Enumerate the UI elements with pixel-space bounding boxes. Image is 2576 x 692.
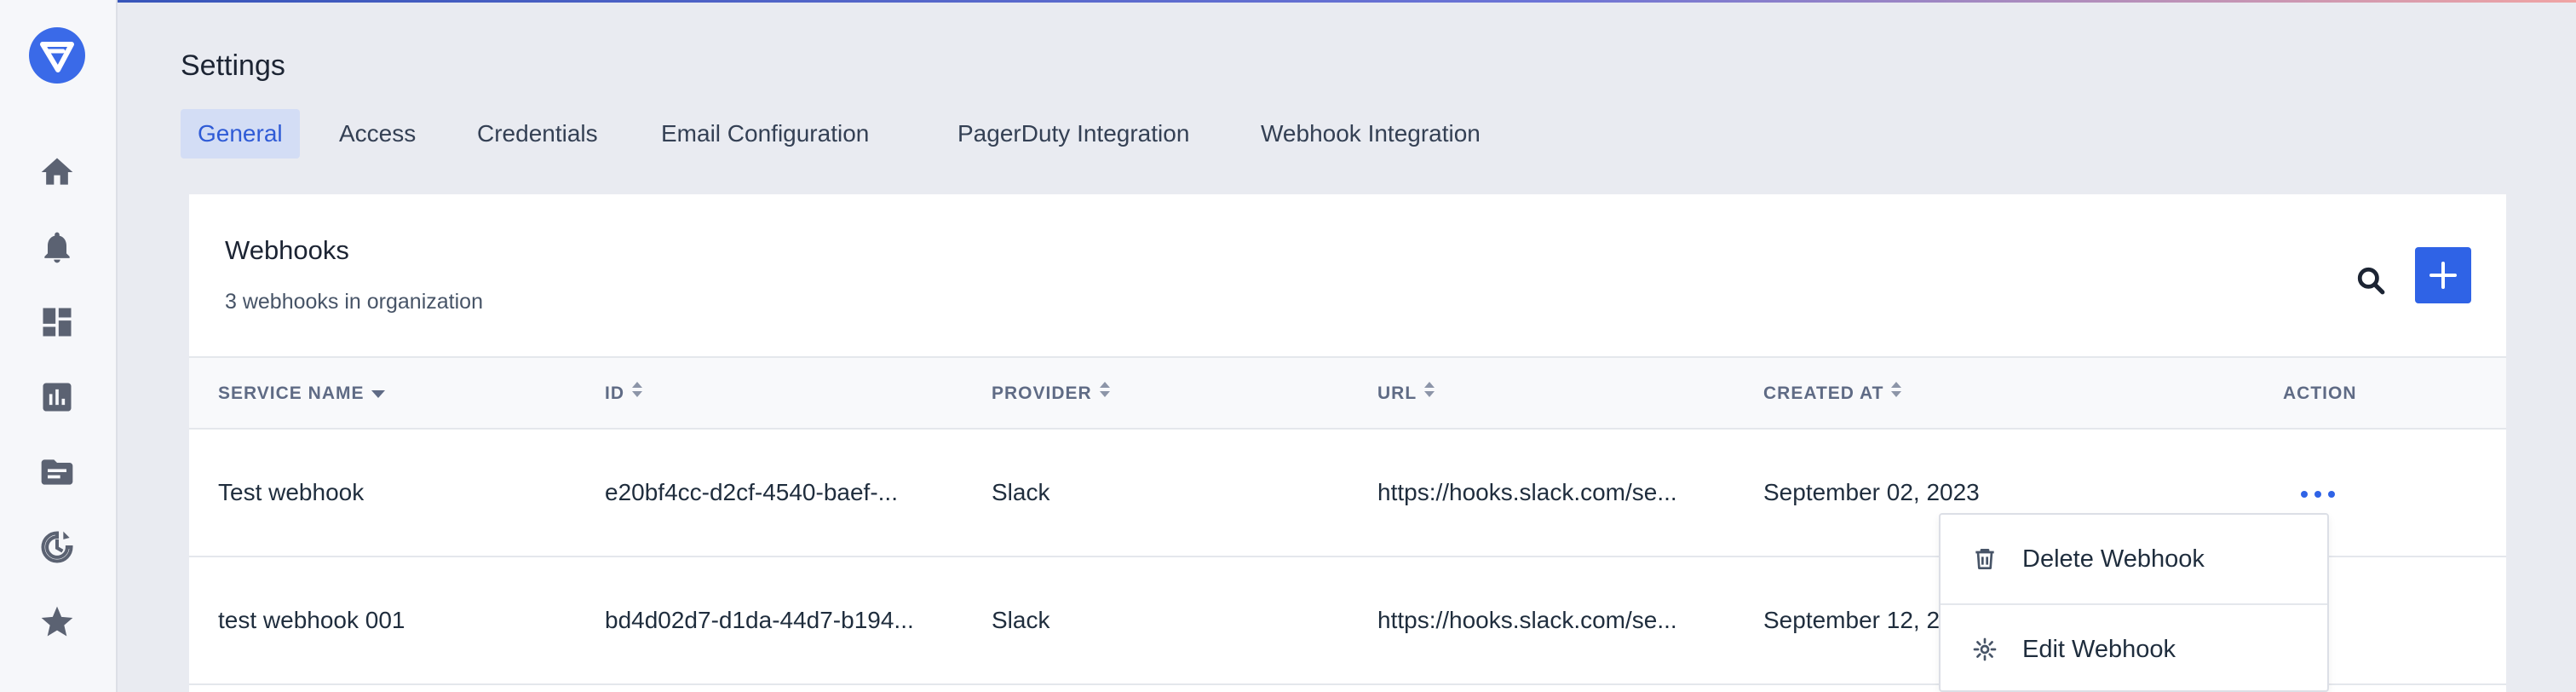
bell-icon[interactable] bbox=[38, 228, 76, 266]
column-label: PROVIDER bbox=[992, 383, 1092, 403]
action-menu: Delete Webhook Edit Webhook bbox=[1939, 513, 2329, 692]
menu-item-label: Delete Webhook bbox=[2022, 545, 2205, 573]
sort-icon bbox=[1890, 358, 1902, 430]
cell-url: https://hooks.slack.com/se... bbox=[1377, 607, 1677, 633]
table-header: SERVICE NAME ID PROVIDER URL CREATED AT … bbox=[189, 356, 2506, 430]
trash-icon bbox=[1971, 545, 1998, 573]
logo-icon[interactable] bbox=[29, 27, 85, 84]
cell-provider: Slack bbox=[992, 607, 1050, 633]
card-title: Webhooks bbox=[225, 235, 349, 265]
column-header-id[interactable]: ID bbox=[605, 358, 643, 430]
tab-credentials[interactable]: Credentials bbox=[460, 109, 615, 159]
edit-webhook-menu-item[interactable]: Edit Webhook bbox=[1941, 603, 2327, 692]
star-icon[interactable] bbox=[38, 603, 76, 641]
column-label: SERVICE NAME bbox=[218, 383, 365, 403]
delete-webhook-menu-item[interactable]: Delete Webhook bbox=[1941, 515, 2327, 603]
plus-icon bbox=[2429, 262, 2457, 289]
column-header-url[interactable]: URL bbox=[1377, 358, 1435, 430]
sidebar bbox=[0, 0, 118, 692]
column-label: ID bbox=[605, 383, 624, 403]
tab-general[interactable]: General bbox=[181, 109, 300, 159]
column-header-service-name[interactable]: SERVICE NAME bbox=[218, 358, 386, 430]
sort-icon bbox=[1423, 358, 1435, 430]
cell-service-name: Test webhook bbox=[218, 479, 365, 505]
analytics-icon[interactable] bbox=[38, 378, 76, 416]
tab-access[interactable]: Access bbox=[322, 109, 433, 159]
tab-pagerduty-integration[interactable]: PagerDuty Integration bbox=[940, 109, 1206, 159]
column-label: CREATED AT bbox=[1763, 383, 1884, 403]
sort-icon bbox=[1099, 358, 1111, 430]
more-actions-icon[interactable] bbox=[2298, 477, 2337, 511]
dashboard-icon[interactable] bbox=[38, 303, 76, 341]
cell-service-name: test webhook 001 bbox=[218, 607, 405, 633]
tab-email-configuration[interactable]: Email Configuration bbox=[644, 109, 886, 159]
history-icon[interactable] bbox=[38, 528, 76, 566]
column-header-created-at[interactable]: CREATED AT bbox=[1763, 358, 1902, 430]
cell-url: https://hooks.slack.com/se... bbox=[1377, 479, 1677, 505]
webhook-count: 3 webhooks in organization bbox=[225, 290, 483, 314]
menu-item-label: Edit Webhook bbox=[2022, 636, 2176, 663]
cell-provider: Slack bbox=[992, 479, 1050, 505]
page-title: Settings bbox=[181, 49, 285, 82]
column-header-action: ACTION bbox=[2283, 383, 2357, 403]
sort-icon bbox=[631, 358, 643, 430]
folder-icon[interactable] bbox=[38, 453, 76, 491]
column-header-provider[interactable]: PROVIDER bbox=[992, 358, 1111, 430]
cell-id: e20bf4cc-d2cf-4540-baef-... bbox=[605, 479, 898, 505]
tab-webhook-integration[interactable]: Webhook Integration bbox=[1244, 109, 1498, 159]
column-label: URL bbox=[1377, 383, 1417, 403]
home-icon[interactable] bbox=[38, 153, 76, 191]
add-webhook-button[interactable] bbox=[2415, 247, 2471, 303]
search-icon[interactable] bbox=[2353, 262, 2390, 300]
top-accent-line bbox=[0, 0, 2576, 3]
gear-icon bbox=[1971, 636, 1998, 663]
sort-desc-icon bbox=[371, 358, 386, 430]
cell-id: bd4d02d7-d1da-44d7-b194... bbox=[605, 607, 914, 633]
